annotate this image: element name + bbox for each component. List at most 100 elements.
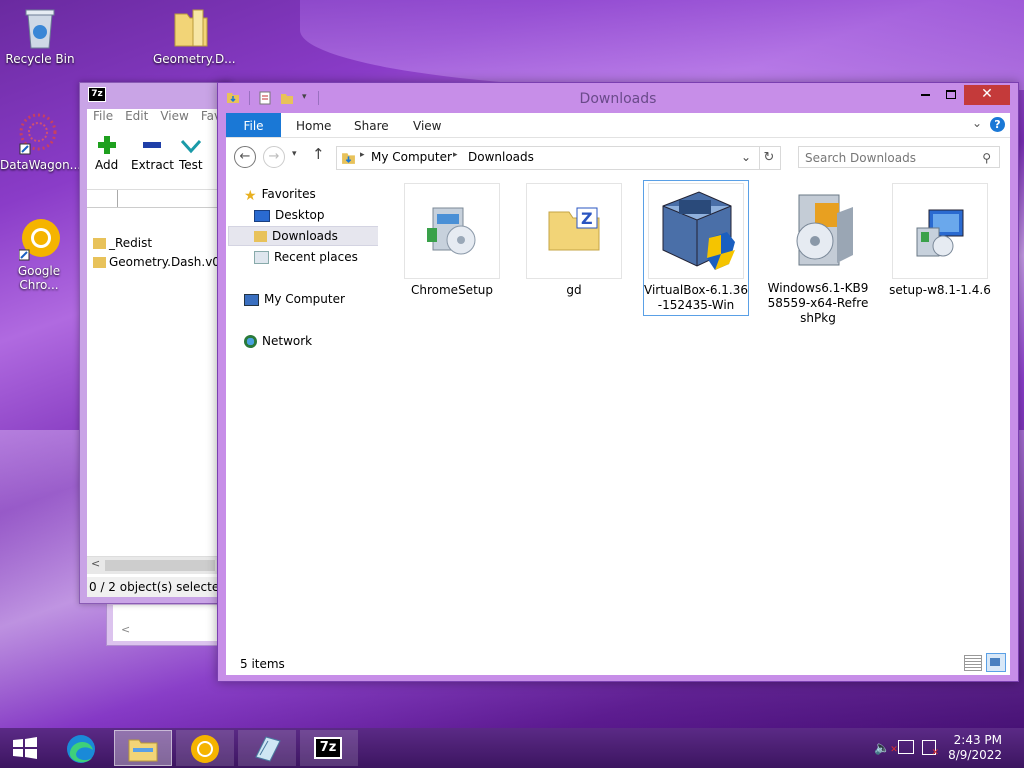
file-explorer-icon bbox=[128, 739, 158, 762]
nav-desktop[interactable]: Desktop bbox=[254, 208, 325, 222]
nav-network[interactable]: Network bbox=[244, 334, 312, 348]
item-count: 5 items bbox=[240, 657, 285, 671]
refresh-button[interactable]: ↻ bbox=[758, 146, 781, 170]
installer-icon bbox=[404, 183, 500, 279]
sevenzip-app-icon: 7z bbox=[88, 87, 106, 102]
help-icon[interactable]: ? bbox=[990, 117, 1005, 132]
explorer-titlebar[interactable]: ▾ Downloads ✕ bbox=[218, 83, 1018, 113]
search-input[interactable]: Search Downloads ⚲ bbox=[798, 146, 1000, 168]
scroll-thumb[interactable] bbox=[105, 560, 215, 571]
background-window[interactable]: < bbox=[106, 600, 220, 646]
search-icon[interactable]: ⚲ bbox=[982, 147, 991, 169]
clock-date: 8/9/2022 bbox=[948, 748, 1002, 762]
plus-icon bbox=[97, 136, 116, 154]
scroll-left-icon[interactable]: < bbox=[91, 557, 100, 570]
forward-button[interactable]: → bbox=[263, 146, 285, 168]
refresh-icon: ↻ bbox=[763, 150, 775, 165]
desktop-icon-label: Recycle Bin bbox=[5, 52, 75, 66]
desktop-icon-geometry-dash-folder[interactable]: Geometry.D... bbox=[153, 6, 236, 66]
tab-view[interactable]: View bbox=[413, 113, 441, 137]
nav-my-computer[interactable]: My Computer bbox=[244, 292, 345, 306]
checkmark-icon bbox=[180, 139, 201, 154]
zip-folder-icon: Z bbox=[526, 183, 622, 279]
computer-icon bbox=[244, 293, 259, 306]
svg-text:Z: Z bbox=[581, 209, 593, 228]
explorer-window[interactable]: ▾ Downloads ✕ File Home Share View ⌄ ? ←… bbox=[217, 82, 1019, 682]
address-dropdown-icon[interactable]: ⌄ bbox=[741, 150, 751, 164]
zip-folder-icon bbox=[171, 6, 211, 50]
sevenzip-status: 0 / 2 object(s) selected bbox=[87, 577, 232, 597]
network-status-icon[interactable] bbox=[898, 740, 914, 754]
downloads-folder-icon bbox=[254, 231, 267, 242]
file-view[interactable]: ChromeSetup Z gd VirtualBox-6.1.36-15243… bbox=[378, 175, 1010, 667]
minimize-icon bbox=[920, 93, 930, 96]
nav-downloads[interactable]: Downloads bbox=[254, 229, 338, 243]
folder-icon bbox=[93, 238, 106, 249]
minimize-button[interactable] bbox=[912, 85, 938, 105]
file-item-virtualbox[interactable]: VirtualBox-6.1.36-152435-Win bbox=[643, 180, 749, 316]
menu-file[interactable]: File bbox=[93, 109, 113, 123]
sevenzip-file-list[interactable]: _Redist Geometry.Dash.v07.2 bbox=[87, 207, 239, 578]
up-button[interactable]: ↑ bbox=[312, 145, 325, 163]
desktop-icon-datawagon[interactable]: DataWagon... bbox=[0, 112, 81, 172]
tab-share[interactable]: Share bbox=[354, 113, 389, 137]
sevenzip-menu-bar: File Edit View Fav bbox=[87, 109, 230, 129]
ribbon-expand-icon[interactable]: ⌄ bbox=[972, 116, 982, 130]
test-button[interactable]: Test bbox=[179, 135, 203, 172]
navigation-pane: ★ Favorites Desktop Downloads Recent plac… bbox=[226, 175, 382, 667]
address-bar[interactable]: ▸ My Computer ▸ Downloads ⌄ bbox=[336, 146, 760, 170]
recent-places-icon bbox=[254, 251, 269, 264]
breadcrumb-my-computer[interactable]: My Computer bbox=[371, 150, 452, 164]
file-item-windows-update-package[interactable]: Windows6.1-KB958559-x64-RefreshPkg bbox=[766, 183, 870, 326]
desktop-icon bbox=[254, 209, 270, 222]
file-item-gd[interactable]: Z gd bbox=[522, 183, 626, 298]
sevenzip-window[interactable]: 7z File Edit View Fav Add Extract Test _Red… bbox=[79, 82, 239, 604]
taskbar-7zip[interactable]: 7z bbox=[300, 730, 358, 766]
close-button[interactable]: ✕ bbox=[964, 85, 1010, 105]
virtualbox-icon bbox=[648, 183, 744, 279]
setup-icon bbox=[892, 183, 988, 279]
add-button[interactable]: Add bbox=[95, 135, 118, 172]
taskbar-chrome[interactable] bbox=[176, 730, 234, 766]
file-item-chromesetup[interactable]: ChromeSetup bbox=[400, 183, 504, 298]
folder-icon bbox=[93, 257, 106, 268]
maximize-button[interactable] bbox=[938, 85, 964, 105]
downloads-folder-icon bbox=[342, 153, 355, 164]
details-view-icon[interactable] bbox=[964, 655, 982, 671]
menu-view[interactable]: View bbox=[160, 109, 188, 123]
star-icon: ★ bbox=[244, 187, 257, 204]
nav-favorites[interactable]: ★ Favorites bbox=[244, 187, 316, 204]
taskbar-notepad[interactable] bbox=[238, 730, 296, 766]
datawagon-icon bbox=[18, 112, 58, 156]
taskbar-file-explorer[interactable] bbox=[114, 730, 172, 766]
horizontal-scrollbar[interactable]: < bbox=[87, 556, 230, 574]
update-package-icon bbox=[771, 183, 865, 277]
extract-button[interactable]: Extract bbox=[131, 135, 174, 172]
scroll-left-icon[interactable]: < bbox=[121, 623, 130, 636]
recycle-bin-icon bbox=[20, 6, 60, 50]
list-item[interactable]: _Redist bbox=[93, 236, 152, 250]
large-icons-view-icon[interactable] bbox=[986, 653, 1006, 672]
recent-locations-icon[interactable]: ▾ bbox=[292, 149, 297, 159]
notepad-icon bbox=[255, 736, 281, 762]
chrome-icon bbox=[18, 218, 60, 262]
minus-icon bbox=[143, 142, 162, 148]
volume-muted-icon[interactable]: 🔈✕ bbox=[874, 741, 898, 756]
tab-home[interactable]: Home bbox=[296, 113, 331, 137]
file-item-setup-w8[interactable]: setup-w8.1-1.4.6 bbox=[888, 183, 992, 298]
arrow-right-icon: → bbox=[268, 149, 280, 164]
taskbar-edge[interactable] bbox=[53, 730, 111, 766]
breadcrumb-downloads[interactable]: Downloads bbox=[468, 150, 534, 164]
tab-file[interactable]: File bbox=[226, 113, 281, 137]
desktop-icon-google-chrome[interactable]: Google Chro... bbox=[1, 218, 77, 292]
menu-edit[interactable]: Edit bbox=[125, 109, 148, 123]
desktop-icon-recycle-bin[interactable]: Recycle Bin bbox=[2, 6, 78, 66]
chevron-right-icon: ▸ bbox=[453, 150, 458, 160]
action-center-icon[interactable]: ✕ bbox=[922, 740, 939, 758]
start-button[interactable] bbox=[0, 728, 50, 768]
nav-recent-places[interactable]: Recent places bbox=[254, 250, 358, 264]
system-clock[interactable]: 2:43 PM 8/9/2022 bbox=[948, 733, 1002, 763]
back-button[interactable]: ← bbox=[234, 146, 256, 168]
clock-time: 2:43 PM bbox=[953, 733, 1002, 747]
sevenzip-addressbar[interactable] bbox=[87, 189, 230, 208]
